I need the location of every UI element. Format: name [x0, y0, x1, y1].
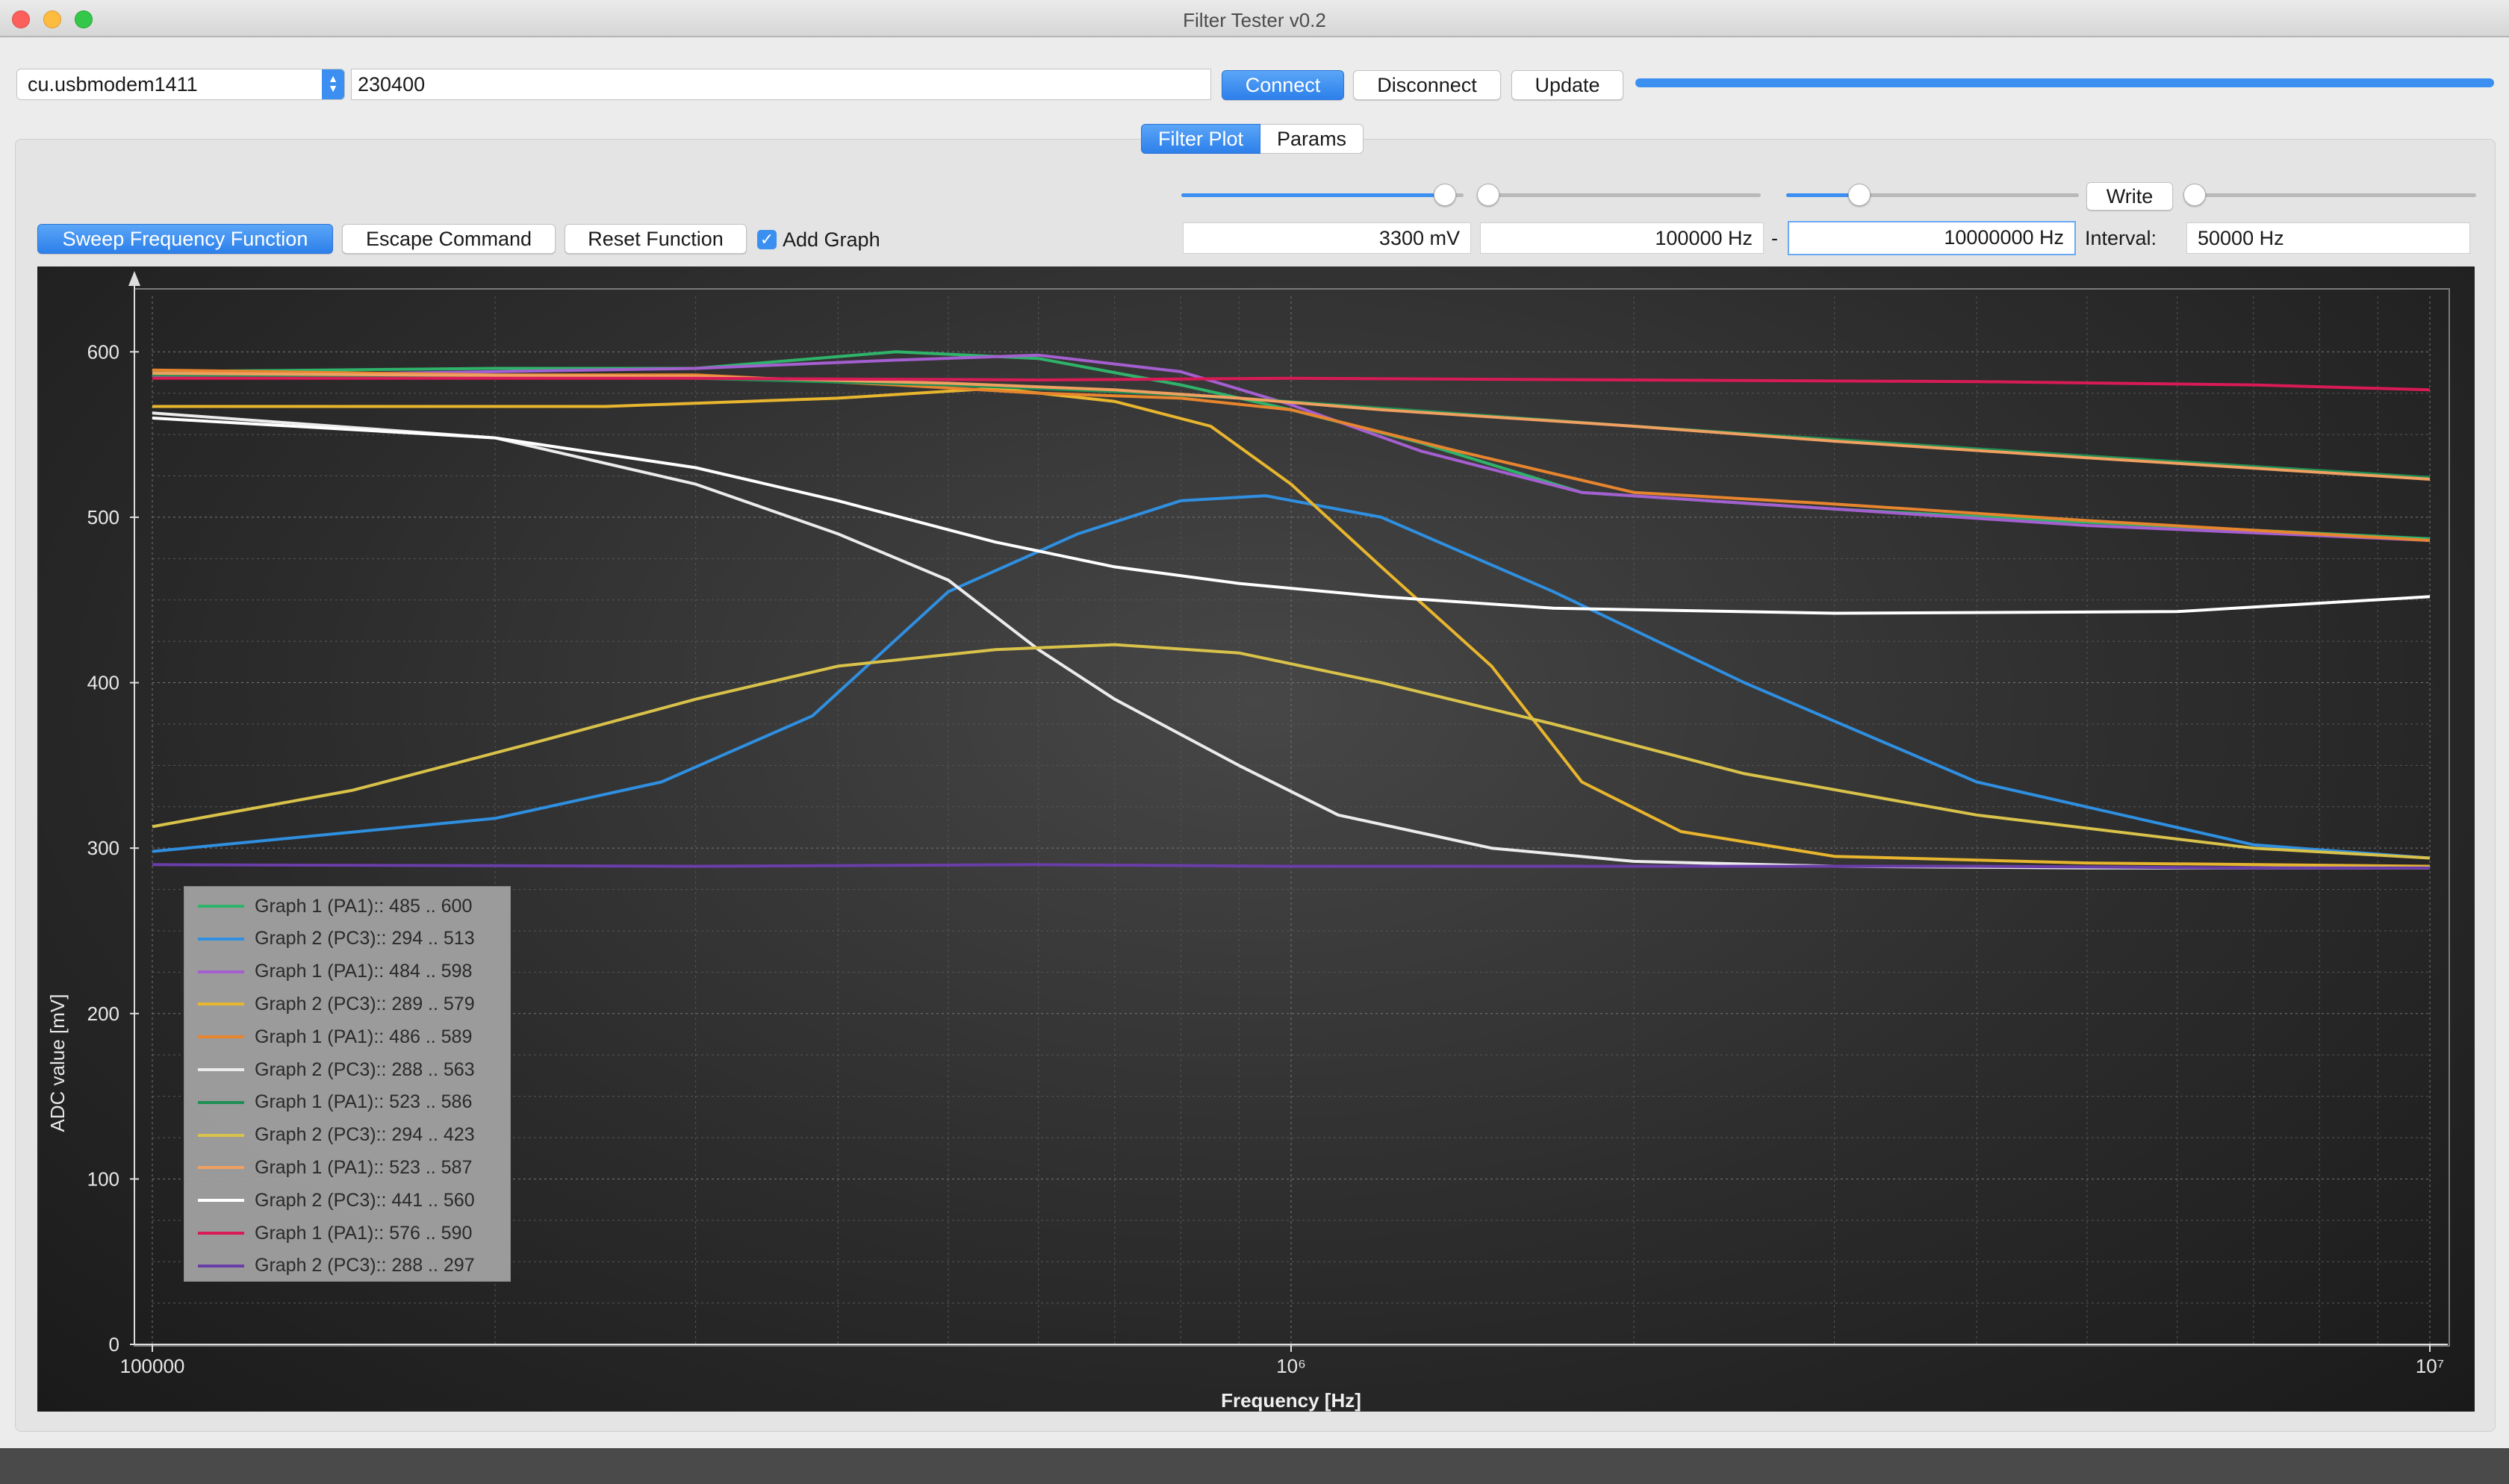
- legend-item: Graph 2 (PC3):: 441 .. 560: [198, 1185, 475, 1215]
- legend-swatch: [198, 1068, 244, 1071]
- legend-swatch: [198, 1035, 244, 1039]
- escape-command-button[interactable]: Escape Command: [342, 224, 556, 254]
- legend-item: Graph 2 (PC3):: 289 .. 579: [198, 989, 475, 1019]
- interval-label: Interval:: [2085, 227, 2157, 249]
- y-tick-label: 100: [87, 1167, 119, 1190]
- legend-swatch: [198, 1100, 244, 1104]
- amplitude-slider[interactable]: [1181, 182, 1464, 208]
- tab-filter-plot[interactable]: Filter Plot: [1141, 124, 1261, 154]
- connection-progress-bar: [1635, 78, 2494, 87]
- app-window: Filter Tester v0.2 cu.usbmodem1411 ▲ ▼ 23…: [0, 0, 2509, 1448]
- legend-label: Graph 2 (PC3):: 288 .. 563: [255, 1059, 475, 1080]
- write-button[interactable]: Write: [2086, 182, 2173, 211]
- slider-knob[interactable]: [2183, 184, 2206, 206]
- x-axis-title: Frequency [Hz]: [1221, 1389, 1361, 1412]
- legend-item: Graph 2 (PC3):: 288 .. 297: [198, 1251, 475, 1281]
- updown-arrows-icon: ▲ ▼: [322, 69, 344, 99]
- legend-swatch: [198, 937, 244, 941]
- y-axis-arrow: [128, 271, 140, 286]
- title-bar: Filter Tester v0.2: [0, 0, 2509, 37]
- legend-item: Graph 2 (PC3):: 294 .. 513: [198, 924, 475, 954]
- frequency-response-plot[interactable]: 0 100 200 300 400 500 600 100000 10⁶ 10⁷ Frequency…: [37, 266, 2475, 1412]
- start-frequency-slider[interactable]: [1477, 182, 1761, 208]
- legend-label: Graph 2 (PC3):: 289 .. 579: [255, 993, 475, 1014]
- x-tick-label: 100000: [120, 1355, 185, 1377]
- legend-label: Graph 2 (PC3):: 294 .. 513: [255, 928, 475, 950]
- y-tick-label: 500: [87, 506, 119, 529]
- amplitude-field[interactable]: 3300 mV: [1183, 222, 1471, 254]
- legend-label: Graph 2 (PC3):: 288 .. 297: [255, 1255, 475, 1276]
- port-select-value: cu.usbmodem1411: [28, 73, 198, 96]
- legend-item: Graph 1 (PA1):: 486 .. 589: [198, 1022, 472, 1052]
- legend-label: Graph 1 (PA1):: 484 .. 598: [255, 961, 473, 982]
- add-graph-checkbox[interactable]: ✓ Add Graph: [757, 224, 880, 255]
- reset-function-button[interactable]: Reset Function: [565, 224, 747, 254]
- y-tick-label: 400: [87, 672, 119, 694]
- legend-label: Graph 2 (PC3):: 294 .. 423: [255, 1124, 475, 1146]
- slider-knob[interactable]: [1477, 184, 1499, 206]
- disconnect-button[interactable]: Disconnect: [1353, 70, 1501, 100]
- stop-frequency-slider[interactable]: [1786, 182, 2079, 208]
- desktop-strip: [0, 1448, 2509, 1484]
- slider-knob[interactable]: [1848, 184, 1871, 206]
- series-line-9: [152, 372, 2431, 481]
- legend-swatch: [198, 1133, 244, 1137]
- tab-bar: Filter Plot Params: [1141, 124, 1364, 154]
- legend-swatch: [198, 905, 244, 908]
- legend-item: Graph 1 (PA1):: 523 .. 587: [198, 1153, 472, 1182]
- y-tick-label: 600: [87, 340, 119, 363]
- y-tick-label: 0: [109, 1333, 119, 1356]
- legend-swatch: [198, 970, 244, 973]
- plot-legend: Graph 1 (PA1):: 485 .. 600Graph 2 (PC3):…: [184, 886, 511, 1282]
- connect-button[interactable]: Connect: [1222, 70, 1344, 100]
- legend-swatch: [198, 1264, 244, 1268]
- series-line-7: [152, 373, 2431, 479]
- baud-rate-field[interactable]: 230400: [351, 69, 1211, 100]
- x-tick-label: 10⁶: [1276, 1355, 1306, 1377]
- y-tick-label: 200: [87, 1003, 119, 1025]
- port-select[interactable]: cu.usbmodem1411 ▲ ▼: [16, 69, 345, 100]
- interval-field[interactable]: 50000 Hz: [2186, 222, 2470, 254]
- legend-label: Graph 1 (PA1):: 576 .. 590: [255, 1222, 473, 1244]
- legend-item: Graph 1 (PA1):: 485 .. 600: [198, 891, 472, 921]
- series-line-12: [152, 863, 2430, 870]
- checkmark-icon: ✓: [757, 230, 777, 249]
- stop-frequency-field[interactable]: 10000000 Hz: [1788, 221, 2076, 255]
- legend-item: Graph 1 (PA1):: 576 .. 590: [198, 1218, 472, 1248]
- legend-swatch: [198, 1003, 244, 1006]
- legend-swatch: [198, 1166, 244, 1170]
- legend-item: Graph 2 (PC3):: 288 .. 563: [198, 1055, 475, 1085]
- legend-swatch: [198, 1199, 244, 1203]
- add-graph-label: Add Graph: [783, 228, 880, 251]
- legend-label: Graph 1 (PA1):: 486 .. 589: [255, 1026, 473, 1047]
- legend-item: Graph 1 (PA1):: 484 .. 598: [198, 957, 472, 987]
- slider-knob[interactable]: [1433, 184, 1456, 206]
- y-tick-label: 300: [87, 837, 119, 859]
- sweep-frequency-button[interactable]: Sweep Frequency Function: [37, 224, 333, 254]
- start-frequency-field[interactable]: 100000 Hz: [1480, 222, 1764, 254]
- legend-label: Graph 2 (PC3):: 441 .. 560: [255, 1189, 475, 1211]
- legend-swatch: [198, 1232, 244, 1235]
- x-tick-label: 10⁷: [2416, 1355, 2444, 1377]
- legend-item: Graph 1 (PA1):: 523 .. 586: [198, 1088, 472, 1117]
- legend-label: Graph 1 (PA1):: 485 .. 600: [255, 895, 473, 917]
- interval-slider[interactable]: [2183, 182, 2476, 208]
- tab-params[interactable]: Params: [1260, 124, 1364, 154]
- range-dash: -: [1771, 227, 1778, 249]
- legend-label: Graph 1 (PA1):: 523 .. 586: [255, 1091, 473, 1113]
- update-button[interactable]: Update: [1511, 70, 1623, 100]
- legend-item: Graph 2 (PC3):: 294 .. 423: [198, 1120, 475, 1150]
- window-title: Filter Tester v0.2: [1183, 9, 1326, 31]
- y-axis-title: ADC value [mV]: [46, 994, 69, 1132]
- legend-label: Graph 1 (PA1):: 523 .. 587: [255, 1156, 473, 1178]
